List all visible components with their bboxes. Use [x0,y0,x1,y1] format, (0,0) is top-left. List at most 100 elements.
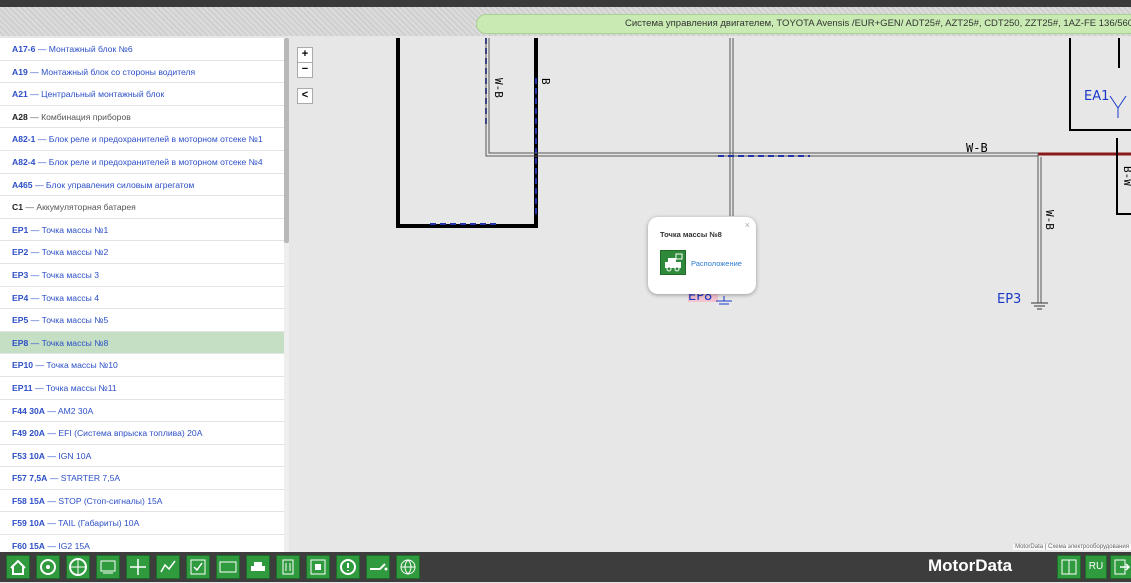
sidebar-item[interactable]: EP10 — Точка массы №10 [0,354,288,377]
sidebar-item-label: — EFI (Система впрыска топлива) 20A [47,428,203,439]
sidebar-item[interactable]: A465 — Блок управления силовым агрегатом [0,174,288,197]
sidebar-item[interactable]: F49 20A — EFI (Система впрыска топлива) … [0,422,288,445]
engine-button[interactable] [36,555,60,579]
brake-button[interactable] [336,555,360,579]
sidebar-item-label: — AM2 30A [47,405,94,416]
sidebar-item[interactable]: EP11 — Точка массы №11 [0,377,288,400]
sidebar-item[interactable]: A21 — Центральный монтажный блок [0,83,288,106]
sidebar-item-code: EP3 [12,269,29,280]
sidebar-item[interactable]: EP4 — Точка массы 4 [0,287,288,310]
lift-icon [251,562,265,571]
sidebar-item-code: A82-4 [12,156,36,167]
sidebar-item[interactable]: F60 15A — IG2 15A [0,535,288,552]
dtc-button[interactable] [96,555,120,579]
zoom-in-button[interactable]: + [297,47,313,63]
component-label-ea1: EA1 [1084,89,1109,104]
diagram-canvas: W-B B W-B W-B B-W EA1 EP3 EP8 [396,38,1131,310]
sidebar-item[interactable]: A28 — Комбинация приборов [0,106,288,129]
sidebar-item-code: A17-6 [12,44,36,54]
sidebar-item-label: — STOP (Стоп-сигналы) 15A [47,495,163,506]
sidebar-item-code: F53 10A [12,450,45,461]
sidebar-item-label: — Точка массы №10 [35,360,118,371]
sidebar-item-label: — IG2 15A [47,541,90,552]
wire-label: W-B [492,78,505,98]
sidebar-scroll-thumb[interactable] [284,38,289,243]
globe-icon [400,559,416,575]
sidebar-item[interactable]: F58 15A — STOP (Стоп-сигналы) 15A [0,490,288,513]
sidebar-item[interactable]: A82-4 — Блок реле и предохранителей в мо… [0,151,288,174]
close-icon[interactable]: × [745,220,750,230]
sidebar-item-code: F58 15A [12,495,45,506]
location-link[interactable]: Расположение [691,259,742,268]
sidebar-item-code: C1 [12,202,23,213]
tsb-button[interactable] [216,555,240,579]
sidebar-item[interactable]: EP2 — Точка массы №2 [0,241,288,264]
sidebar-item[interactable]: A82-1 — Блок реле и предохранителей в мо… [0,128,288,151]
logout-button[interactable] [1110,555,1131,579]
diagram-title: Система управления двигателем, TOYOTA Av… [476,14,1131,34]
sidebar-item[interactable]: F44 30A — AM2 30A [0,400,288,423]
logout-icon [1114,559,1131,575]
sidebar-item-code: F60 15A [12,541,45,552]
http-button[interactable] [396,555,420,579]
ewd-button[interactable] [126,555,150,579]
component-outline [1069,38,1131,131]
sidebar-item[interactable]: C1 — Аккумуляторная батарея [0,196,288,219]
sidebar-item[interactable]: EP8 — Точка массы №8 [0,331,288,355]
sidebar-item-code: EP11 [12,382,33,393]
sidebar-item-label: — Монтажный блок со стороны водителя [30,66,196,77]
sidebar-item-label: — IGN 10A [47,450,92,461]
wire-label: W-B [966,141,988,155]
data-button[interactable] [156,555,180,579]
book-icon [1061,559,1077,575]
sidebar-item-label: — Точка массы №11 [34,382,117,393]
sidebar-item[interactable]: F57 7,5A — STARTER 7,5A [0,467,288,490]
units-button[interactable] [306,555,330,579]
sidebar-item-label: — Комбинация приборов [30,111,131,122]
wire-wb [485,38,1038,157]
location-icon[interactable] [660,250,686,275]
wire-label: B [539,78,552,85]
wiring-diagram[interactable]: W-B B W-B W-B B-W EA1 EP3 EP8 + − < Точк… [290,38,1131,552]
collapse-sidebar-button[interactable]: < [297,88,313,104]
fuse-icon [282,559,294,575]
sidebar-item-code: A82-1 [12,134,36,145]
sidebar-item-code: A21 [12,89,28,100]
wire-wb [488,38,1038,154]
sidebar-item-code: F57 7,5A [12,473,48,484]
sidebar-item-label: — Блок реле и предохранителей в моторном… [37,156,263,167]
zoom-out-button[interactable]: − [297,62,313,78]
check-button[interactable] [186,555,210,579]
sidebar-item-code: F59 10A [12,518,45,529]
help-button[interactable] [1057,555,1081,579]
oil-button[interactable] [366,555,390,579]
sidebar-item-label: — Монтажный блок №6 [37,44,133,54]
unit-icon [310,559,326,575]
sidebar-item-label: — Аккумуляторная батарея [25,202,136,213]
sidebar-item[interactable]: A19 — Монтажный блок со стороны водителя [0,61,288,84]
sidebar-item[interactable]: F59 10A — TAIL (Габариты) 10A [0,512,288,536]
sidebar-item[interactable]: F53 10A — IGN 10A [0,445,288,468]
sidebar-item[interactable]: A17-6 — Монтажный блок №6 [0,38,288,61]
component-label-ep3: EP3 [997,292,1021,307]
sidebar-item-label: — Блок реле и предохранителей в моторном… [37,134,263,145]
home-button[interactable] [6,555,30,579]
ea1-symbol [1109,95,1127,118]
top-border [0,0,1131,7]
language-selector[interactable]: RU [1085,555,1107,579]
ewd-icon [130,559,146,575]
sidebar-item-code: F44 30A [12,405,45,416]
sidebar-item-label: — Точка массы №2 [30,247,109,258]
sidebar-item-label: — Центральный монтажный блок [30,89,165,100]
data-icon [160,560,176,573]
popup-title: Точка массы №8 [660,230,722,239]
sidebar-item[interactable]: EP5 — Точка массы №5 [0,309,288,332]
wheel-button[interactable] [66,555,90,579]
sidebar-item-label: — Точка массы 4 [30,292,100,303]
sidebar-item-code: EP10 [12,360,34,371]
fuses-button[interactable] [276,555,300,579]
sidebar-item[interactable]: EP3 — Точка массы 3 [0,264,288,287]
sidebar-item[interactable]: EP1 — Точка массы №1 [0,219,288,242]
home-icon [10,559,26,575]
lift-button[interactable] [246,555,270,579]
